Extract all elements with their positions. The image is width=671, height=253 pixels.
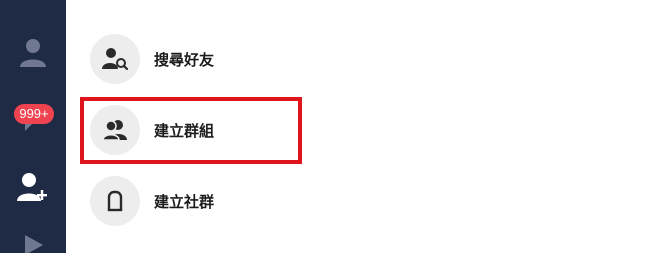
add-friend-icon [17,173,47,201]
create-community-label: 建立社群 [154,192,215,211]
sidebar: 999+ [0,0,66,253]
play-icon [25,235,43,253]
search-friend-option[interactable]: 搜尋好友 [90,33,490,85]
search-friend-icon [102,48,128,71]
group-icon-circle [90,105,140,155]
profile-nav-button[interactable] [0,38,66,68]
unread-badge: 999+ [14,104,54,124]
search-friend-icon-circle [90,34,140,84]
group-icon [102,120,127,141]
create-group-option[interactable]: 建立群組 [90,104,490,156]
create-group-label: 建立群組 [154,121,215,140]
play-nav-button[interactable] [0,235,66,253]
community-icon-circle [90,176,140,226]
create-community-option[interactable]: 建立社群 [90,175,490,227]
add-menu-panel: 搜尋好友 建立群組 建立社群 [66,0,671,253]
add-friend-nav-button[interactable] [0,172,66,204]
search-friend-label: 搜尋好友 [154,50,215,69]
profile-icon [20,39,46,67]
community-icon [107,190,123,212]
